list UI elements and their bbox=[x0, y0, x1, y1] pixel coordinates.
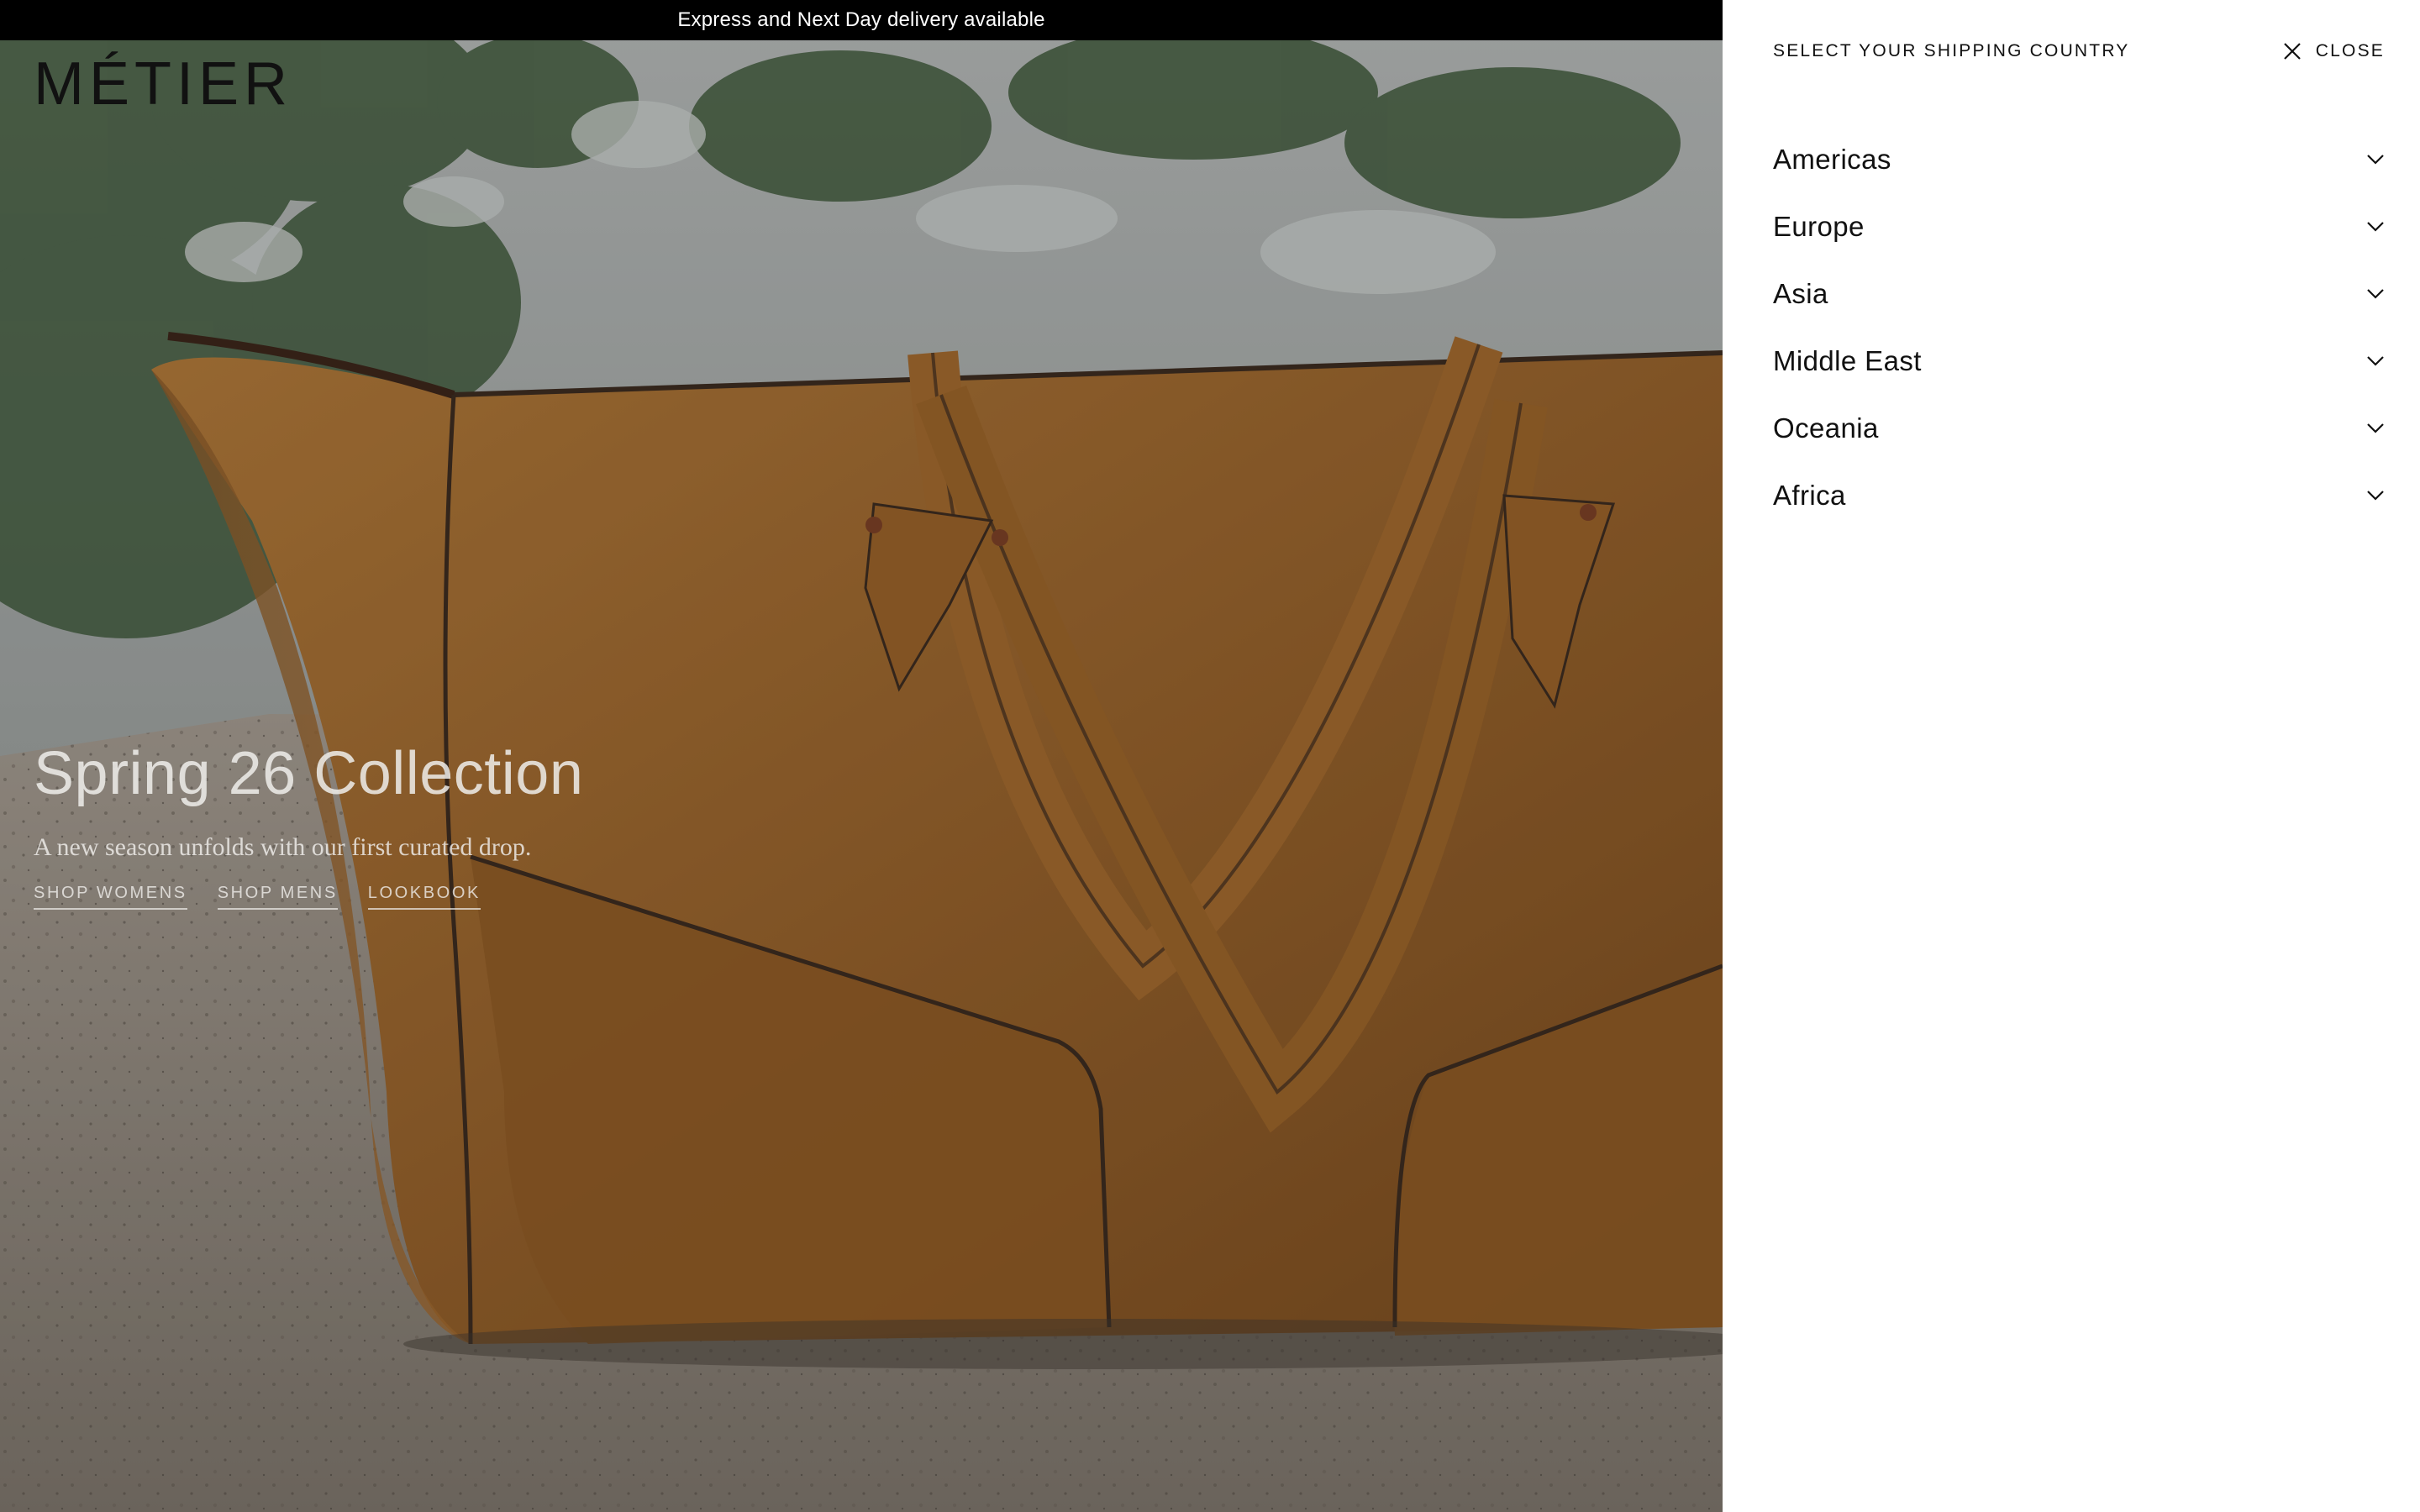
region-label: Middle East bbox=[1773, 345, 1922, 376]
hero-title: Spring 26 Collection bbox=[34, 740, 584, 807]
close-icon bbox=[2284, 43, 2301, 60]
hero-copy: Spring 26 Collection A new season unfold… bbox=[34, 739, 583, 910]
region-middle-east[interactable]: Middle East bbox=[1773, 328, 2385, 395]
chevron-down-icon bbox=[2367, 423, 2384, 433]
shipping-country-panel: SELECT YOUR SHIPPING COUNTRY CLOSE Ameri… bbox=[1723, 0, 2420, 1512]
region-label: Africa bbox=[1773, 480, 1846, 511]
shop-mens-link[interactable]: SHOP MENS bbox=[217, 884, 338, 910]
region-europe[interactable]: Europe bbox=[1773, 193, 2385, 260]
hero-section: Express and Next Day delivery available … bbox=[0, 0, 1723, 1512]
brand-logo[interactable]: MÉTIER bbox=[34, 54, 292, 114]
announcement-bar: Express and Next Day delivery available bbox=[0, 0, 1723, 40]
region-label: Europe bbox=[1773, 211, 1865, 242]
announcement-text: Express and Next Day delivery available bbox=[677, 8, 1045, 31]
panel-header: SELECT YOUR SHIPPING COUNTRY CLOSE bbox=[1773, 37, 2385, 66]
region-label: Americas bbox=[1773, 144, 1891, 175]
panel-title: SELECT YOUR SHIPPING COUNTRY bbox=[1773, 41, 2130, 60]
region-oceania[interactable]: Oceania bbox=[1773, 395, 2385, 462]
close-label: CLOSE bbox=[2315, 41, 2385, 60]
region-americas[interactable]: Americas bbox=[1773, 126, 2385, 193]
chevron-down-icon bbox=[2367, 289, 2384, 299]
chevron-down-icon bbox=[2367, 356, 2384, 366]
region-label: Oceania bbox=[1773, 412, 1879, 444]
hero-links: SHOP WOMENS SHOP MENS LOOKBOOK bbox=[34, 884, 583, 910]
region-label: Asia bbox=[1773, 278, 1828, 309]
region-africa[interactable]: Africa bbox=[1773, 462, 2385, 529]
close-button[interactable]: CLOSE bbox=[2282, 41, 2385, 61]
chevron-down-icon bbox=[2367, 155, 2384, 165]
chevron-down-icon bbox=[2367, 491, 2384, 501]
region-asia[interactable]: Asia bbox=[1773, 260, 2385, 328]
lookbook-link[interactable]: LOOKBOOK bbox=[367, 884, 481, 910]
hero-subtitle: A new season unfolds with our first cura… bbox=[34, 833, 532, 861]
chevron-down-icon bbox=[2367, 222, 2384, 232]
shop-womens-link[interactable]: SHOP WOMENS bbox=[34, 884, 187, 910]
region-list: Americas Europe Asia Middle East Oceania bbox=[1773, 126, 2385, 529]
